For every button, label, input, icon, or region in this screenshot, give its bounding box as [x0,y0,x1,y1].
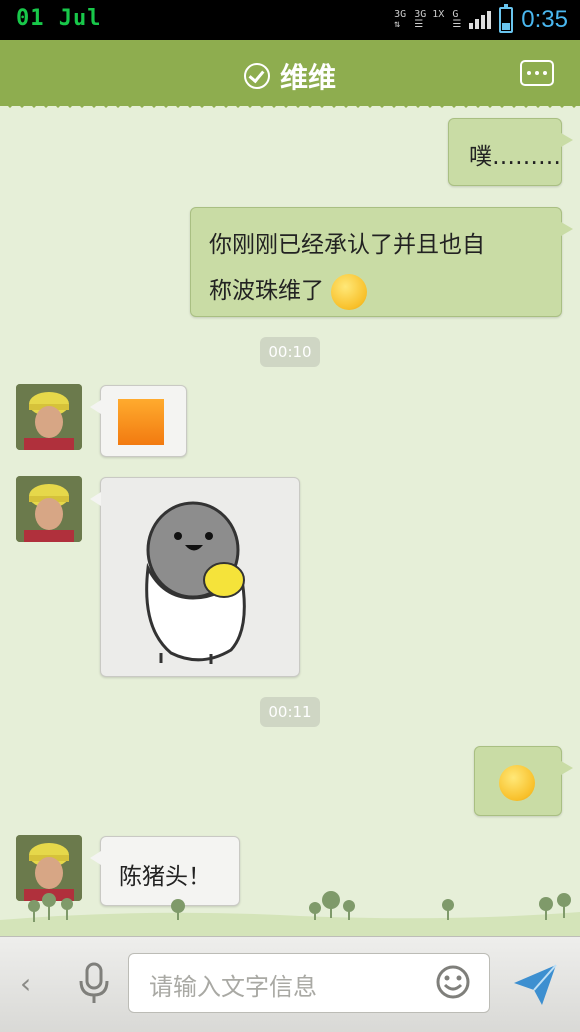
battery-icon [499,4,514,33]
penguin-sticker[interactable] [101,478,301,678]
message-input-placeholder: 请输入文字信息 [149,973,317,1001]
status-date: 01 Jul [16,6,102,31]
smiley-icon[interactable] [435,964,471,1000]
message-bubble-incoming[interactable] [100,928,240,936]
message-text: 噗……… [469,144,561,170]
message-text-line: 你刚刚已经承认了并且也自 [209,232,485,258]
message-text-line: 称波珠维了 [209,278,324,304]
timestamp-pill: 00:10 [260,337,320,367]
message-bubble-incoming[interactable]: 陈猪头！ [90,836,240,906]
status-indicators: 3G ⇅ 3G 1X ☰ G ☰ 0:35 [394,4,568,36]
chevron-left-icon[interactable]: ‹ [20,967,31,1000]
smile-emoji-icon [499,765,535,801]
avatar[interactable] [16,926,82,936]
message-bubble-outgoing[interactable] [474,746,573,816]
status-time: 0:35 [521,6,568,33]
check-circle-icon [243,63,270,89]
microphone-icon[interactable] [78,961,110,1005]
avatar[interactable] [16,835,82,901]
more-dots-icon[interactable] [520,60,554,86]
avatar-image [16,835,82,901]
contact-name: 维维 [279,61,336,94]
message-bubble-incoming[interactable] [90,385,187,457]
avatar-image [16,384,82,450]
avatar[interactable] [16,384,82,450]
chat-area[interactable]: 噗……… 你刚刚已经承认了并且也自 称波珠维了 00:10 00:11 陈猪头！ [0,106,580,936]
chat-header: 维维 [0,40,580,106]
chat-title: 维维 [0,56,580,96]
message-bubble-outgoing[interactable]: 你刚刚已经承认了并且也自 称波珠维了 [190,207,573,317]
timestamp-pill: 00:11 [260,697,320,727]
image-thumbnail[interactable] [118,399,164,445]
network-g-label: G ☰ [452,9,462,30]
message-text: 陈猪头！ [119,864,211,890]
input-bar: ‹ 请输入文字信息 [0,936,580,1032]
network-3g-label: 3G ⇅ [394,9,407,30]
network-1x-label: 3G 1X ☰ [414,9,445,30]
send-icon[interactable] [512,963,558,1007]
status-bar: 01 Jul 3G ⇅ 3G 1X ☰ G ☰ 0:35 [0,0,580,40]
avatar-image [16,476,82,542]
message-input[interactable]: 请输入文字信息 [128,953,490,1013]
message-bubble-incoming[interactable] [90,477,301,678]
avatar[interactable] [16,476,82,542]
shy-emoji-icon [331,273,368,310]
message-bubble-outgoing[interactable]: 噗……… [448,118,573,186]
signal-icon [469,11,492,29]
